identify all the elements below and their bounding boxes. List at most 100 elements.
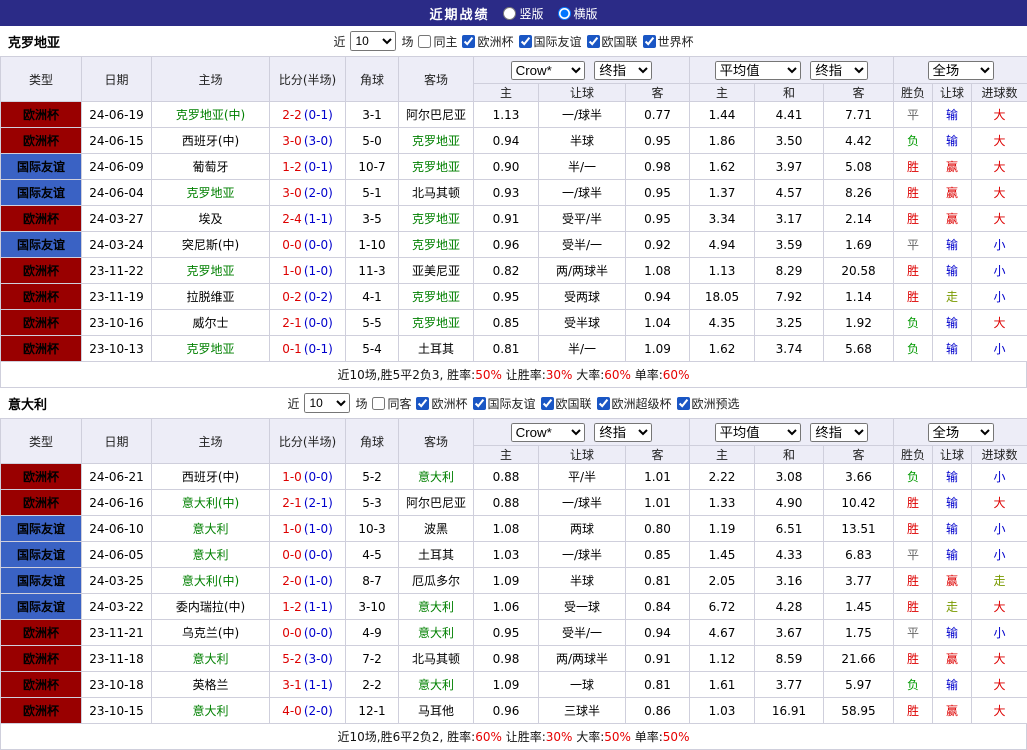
- league-filter-checkbox[interactable]: 欧国联: [541, 395, 592, 412]
- same-venue-checkbox[interactable]: 同客: [372, 395, 411, 412]
- layout-radio-horizontal[interactable]: 横版: [558, 5, 598, 22]
- league-checkbox-input[interactable]: [643, 35, 656, 48]
- ah-line-cell: 半/一: [539, 154, 626, 180]
- league-checkbox-input[interactable]: [416, 397, 429, 410]
- wdl-result-cell: 胜: [894, 568, 933, 594]
- league-cell: 欧洲杯: [1, 490, 82, 516]
- league-checkbox-input[interactable]: [597, 397, 610, 410]
- league-filter-checkbox[interactable]: 欧洲杯: [462, 33, 513, 50]
- eu-home-odds-cell: 1.61: [690, 672, 755, 698]
- eu-odds-source-select[interactable]: 平均值: [715, 423, 801, 442]
- ah-away-odds-cell: 0.81: [626, 672, 690, 698]
- league-filter-checkbox[interactable]: 欧洲预选: [677, 395, 740, 412]
- halftime-score: (0-0): [304, 238, 333, 252]
- ah-home-odds-cell: 1.13: [474, 102, 539, 128]
- fulltime-score: 2-1: [282, 316, 302, 330]
- date-cell: 23-11-18: [82, 646, 152, 672]
- fulltime-score: 0-0: [282, 238, 302, 252]
- vertical-radio-input[interactable]: [503, 7, 516, 20]
- home-team-cell: 拉脱维亚: [152, 284, 270, 310]
- match-count-select[interactable]: 10: [350, 31, 396, 51]
- eu-odds-stage-select[interactable]: 终指: [810, 61, 868, 80]
- league-filter-checkbox[interactable]: 欧洲杯: [416, 395, 467, 412]
- score-cell: 1-0(1-0): [270, 516, 346, 542]
- bookmaker-select[interactable]: Crow*: [511, 61, 585, 80]
- date-cell: 24-06-21: [82, 464, 152, 490]
- league-checkbox-input[interactable]: [677, 397, 690, 410]
- eu-draw-odds-cell: 3.16: [755, 568, 824, 594]
- bookmaker-select[interactable]: Crow*: [511, 423, 585, 442]
- eu-draw-odds-cell: 4.41: [755, 102, 824, 128]
- league-filter-checkbox[interactable]: 世界杯: [643, 33, 694, 50]
- match-row: 欧洲杯23-10-18英格兰3-1(1-1)2-2意大利1.09一球0.811.…: [1, 672, 1027, 698]
- ah-home-odds-cell: 0.91: [474, 206, 539, 232]
- league-filter-checkbox[interactable]: 欧国联: [587, 33, 638, 50]
- eu-draw-odds-cell: 3.74: [755, 336, 824, 362]
- col-goals: 进球数: [972, 446, 1027, 464]
- eu-draw-odds-cell: 3.17: [755, 206, 824, 232]
- period-select[interactable]: 全场: [928, 61, 994, 80]
- away-team-cell: 土耳其: [399, 542, 474, 568]
- eu-away-odds-cell: 58.95: [824, 698, 894, 724]
- eu-home-odds-cell: 4.67: [690, 620, 755, 646]
- handicap-result-cell: 赢: [933, 698, 972, 724]
- col-home: 主场: [152, 57, 270, 102]
- eu-draw-odds-cell: 3.77: [755, 672, 824, 698]
- league-checkbox-input[interactable]: [587, 35, 600, 48]
- away-team-cell: 土耳其: [399, 336, 474, 362]
- league-checkbox-input[interactable]: [462, 35, 475, 48]
- ah-home-odds-cell: 0.82: [474, 258, 539, 284]
- ah-away-odds-cell: 0.95: [626, 206, 690, 232]
- eu-away-odds-cell: 2.14: [824, 206, 894, 232]
- wdl-result-cell: 负: [894, 336, 933, 362]
- period-select[interactable]: 全场: [928, 423, 994, 442]
- ah-line-cell: 一/球半: [539, 490, 626, 516]
- halftime-score: (1-0): [304, 264, 333, 278]
- horizontal-radio-input[interactable]: [558, 7, 571, 20]
- fulltime-score: 0-1: [282, 342, 302, 356]
- eu-home-odds-cell: 1.86: [690, 128, 755, 154]
- ah-line-cell: 三球半: [539, 698, 626, 724]
- corner-cell: 10-7: [346, 154, 399, 180]
- away-team-cell: 阿尔巴尼亚: [399, 102, 474, 128]
- page: 近期战绩 竖版 横版 克罗地亚 近 10 场 同主 欧洲杯国际友谊欧国联: [0, 0, 1027, 750]
- date-cell: 23-11-22: [82, 258, 152, 284]
- halftime-score: (2-1): [304, 496, 333, 510]
- league-checkbox-input[interactable]: [519, 35, 532, 48]
- wdl-result-cell: 平: [894, 102, 933, 128]
- match-count-select[interactable]: 10: [304, 393, 350, 413]
- halftime-score: (2-0): [304, 186, 333, 200]
- layout-radio-vertical[interactable]: 竖版: [503, 5, 543, 22]
- col-date: 日期: [82, 419, 152, 464]
- col-goals: 进球数: [972, 84, 1027, 102]
- halftime-score: (0-0): [304, 626, 333, 640]
- corner-cell: 8-7: [346, 568, 399, 594]
- ah-home-odds-cell: 0.95: [474, 620, 539, 646]
- away-team-cell: 克罗地亚: [399, 310, 474, 336]
- league-cell: 欧洲杯: [1, 102, 82, 128]
- ah-away-odds-cell: 0.94: [626, 284, 690, 310]
- ah-odds-stage-select[interactable]: 终指: [594, 61, 652, 80]
- eu-away-odds-cell: 8.26: [824, 180, 894, 206]
- league-filter-checkbox[interactable]: 欧洲超级杯: [597, 395, 672, 412]
- eu-odds-source-select[interactable]: 平均值: [715, 61, 801, 80]
- league-checkbox-input[interactable]: [473, 397, 486, 410]
- ah-odds-stage-select[interactable]: 终指: [594, 423, 652, 442]
- summary-row: 近10场,胜6平2负2, 胜率:60% 让胜率:30% 大率:50% 单率:50…: [0, 724, 1027, 750]
- league-cell: 欧洲杯: [1, 464, 82, 490]
- same-venue-input[interactable]: [418, 35, 431, 48]
- goals-result-cell: 小: [972, 284, 1027, 310]
- league-filter-label: 国际友谊: [488, 395, 536, 412]
- league-filters: 欧洲杯 国际友谊欧国联欧洲超级杯欧洲预选: [416, 395, 739, 412]
- date-cell: 24-03-22: [82, 594, 152, 620]
- league-checkbox-input[interactable]: [541, 397, 554, 410]
- summary-segment: 单率:: [631, 366, 663, 383]
- away-team-cell: 亚美尼亚: [399, 258, 474, 284]
- league-filter-checkbox[interactable]: 国际友谊: [519, 33, 582, 50]
- eu-odds-stage-select[interactable]: 终指: [810, 423, 868, 442]
- same-venue-checkbox[interactable]: 同主: [418, 33, 457, 50]
- league-filter-checkbox[interactable]: 国际友谊: [473, 395, 536, 412]
- fulltime-score: 5-2: [282, 652, 302, 666]
- wdl-result-cell: 胜: [894, 258, 933, 284]
- same-venue-input[interactable]: [372, 397, 385, 410]
